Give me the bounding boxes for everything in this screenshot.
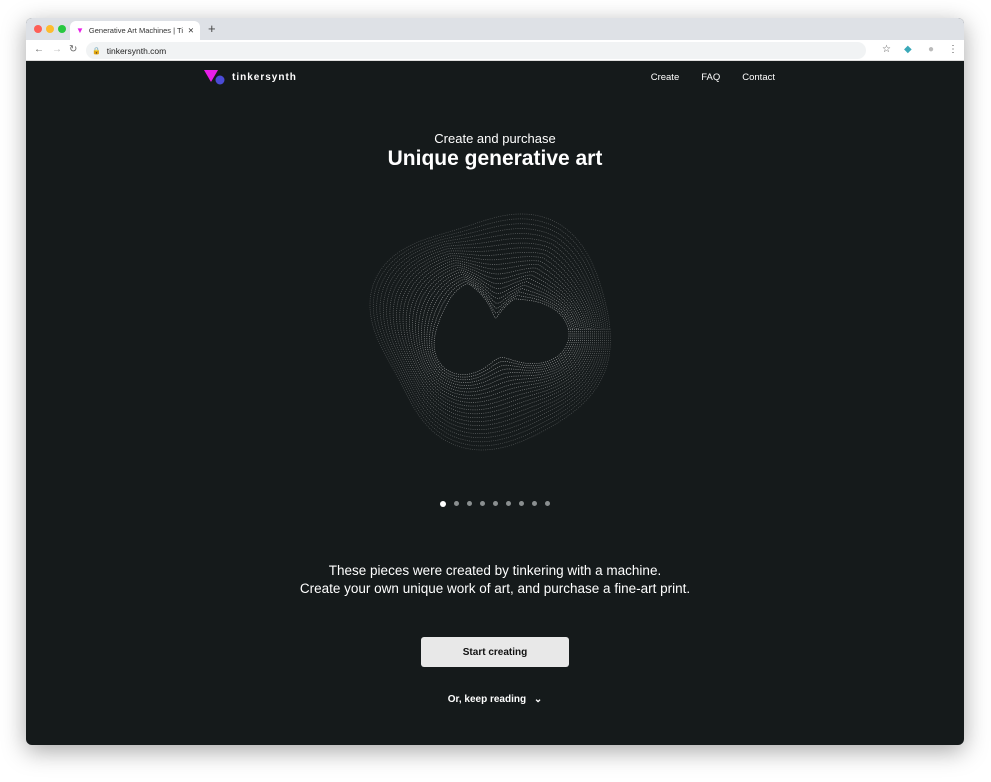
- carousel-dot[interactable]: [493, 501, 498, 506]
- favicon-icon: ▼: [76, 26, 84, 35]
- extension-icon[interactable]: ◆: [904, 44, 912, 55]
- keep-reading-link[interactable]: Or, keep reading ⌄: [26, 694, 964, 705]
- address-bar: ← → ↻ 🔒 tinkersynth.com ☆ ◆ ● ⋮: [26, 40, 964, 61]
- chevron-down-icon: ⌄: [533, 694, 543, 705]
- hero-title: Unique generative art: [387, 147, 603, 170]
- menu-kebab-icon[interactable]: ⋮: [948, 44, 958, 55]
- carousel-dot[interactable]: [467, 501, 472, 506]
- art-ring: [418, 269, 582, 393]
- art-ring: [402, 257, 592, 411]
- url-text: tinkersynth.com: [106, 45, 167, 56]
- tab-bar: ▼ Generative Art Machines | Tinkersynth …: [26, 18, 964, 40]
- keep-reading-label: Or, keep reading: [447, 694, 527, 705]
- start-creating-button[interactable]: Start creating: [421, 637, 569, 667]
- bookmark-star-icon[interactable]: ☆: [882, 44, 891, 55]
- art-ring: [369, 213, 611, 451]
- art-ring: [386, 237, 601, 430]
- carousel-dot[interactable]: [480, 501, 485, 506]
- browser-window: ▼ Generative Art Machines | Tinkersynth …: [26, 18, 964, 745]
- page-content: tinkersynth Create FAQ Contact Create an…: [26, 61, 964, 745]
- carousel-dot[interactable]: [532, 501, 537, 506]
- carousel-dot[interactable]: [545, 501, 550, 506]
- art-ring: [429, 278, 574, 381]
- art-ring: [426, 276, 576, 383]
- art-ring: [399, 255, 594, 415]
- hero-subtitle: Create and purchase: [434, 131, 556, 146]
- reload-icon[interactable]: ↻: [69, 44, 77, 55]
- back-icon[interactable]: ←: [34, 44, 44, 55]
- nav-create[interactable]: Create: [651, 72, 680, 83]
- nav-contact[interactable]: Contact: [742, 72, 775, 83]
- generative-art-image[interactable]: [364, 201, 624, 461]
- art-ring: [396, 251, 595, 419]
- new-tab-button[interactable]: +: [208, 21, 216, 36]
- description-line-2: Create your own unique work of art, and …: [299, 581, 691, 596]
- brand-name: tinkersynth: [232, 71, 297, 83]
- url-field[interactable]: 🔒 tinkersynth.com: [86, 42, 866, 59]
- carousel-dot[interactable]: [519, 501, 524, 506]
- description: These pieces were created by tinkering w…: [26, 562, 964, 598]
- close-window-button[interactable]: [34, 25, 42, 33]
- nav-faq[interactable]: FAQ: [701, 72, 720, 83]
- art-ring: [412, 264, 586, 400]
- carousel-dot[interactable]: [454, 501, 459, 506]
- tinkersynth-logo-icon: [204, 70, 225, 85]
- lock-icon: 🔒: [92, 47, 101, 55]
- minimize-window-button[interactable]: [46, 25, 54, 33]
- art-ring: [421, 271, 580, 390]
- profile-avatar-icon[interactable]: ●: [928, 44, 934, 55]
- art-ring: [431, 281, 572, 378]
- brand-logo[interactable]: tinkersynth: [204, 69, 297, 85]
- close-tab-icon[interactable]: ✕: [188, 26, 194, 35]
- carousel-dots: [26, 500, 964, 507]
- browser-tab[interactable]: ▼ Generative Art Machines | Tinkersynth …: [70, 21, 200, 40]
- carousel-dot[interactable]: [506, 501, 511, 506]
- main-nav: Create FAQ Contact: [651, 72, 775, 83]
- art-ring: [392, 247, 597, 422]
- forward-icon[interactable]: →: [52, 44, 62, 55]
- art-ring: [423, 274, 578, 386]
- tab-title: Generative Art Machines | Tinkersynth: [88, 26, 183, 35]
- carousel-dot[interactable]: [440, 500, 446, 507]
- art-ring: [376, 223, 607, 443]
- maximize-window-button[interactable]: [58, 25, 66, 33]
- description-line-1: These pieces were created by tinkering w…: [328, 563, 662, 578]
